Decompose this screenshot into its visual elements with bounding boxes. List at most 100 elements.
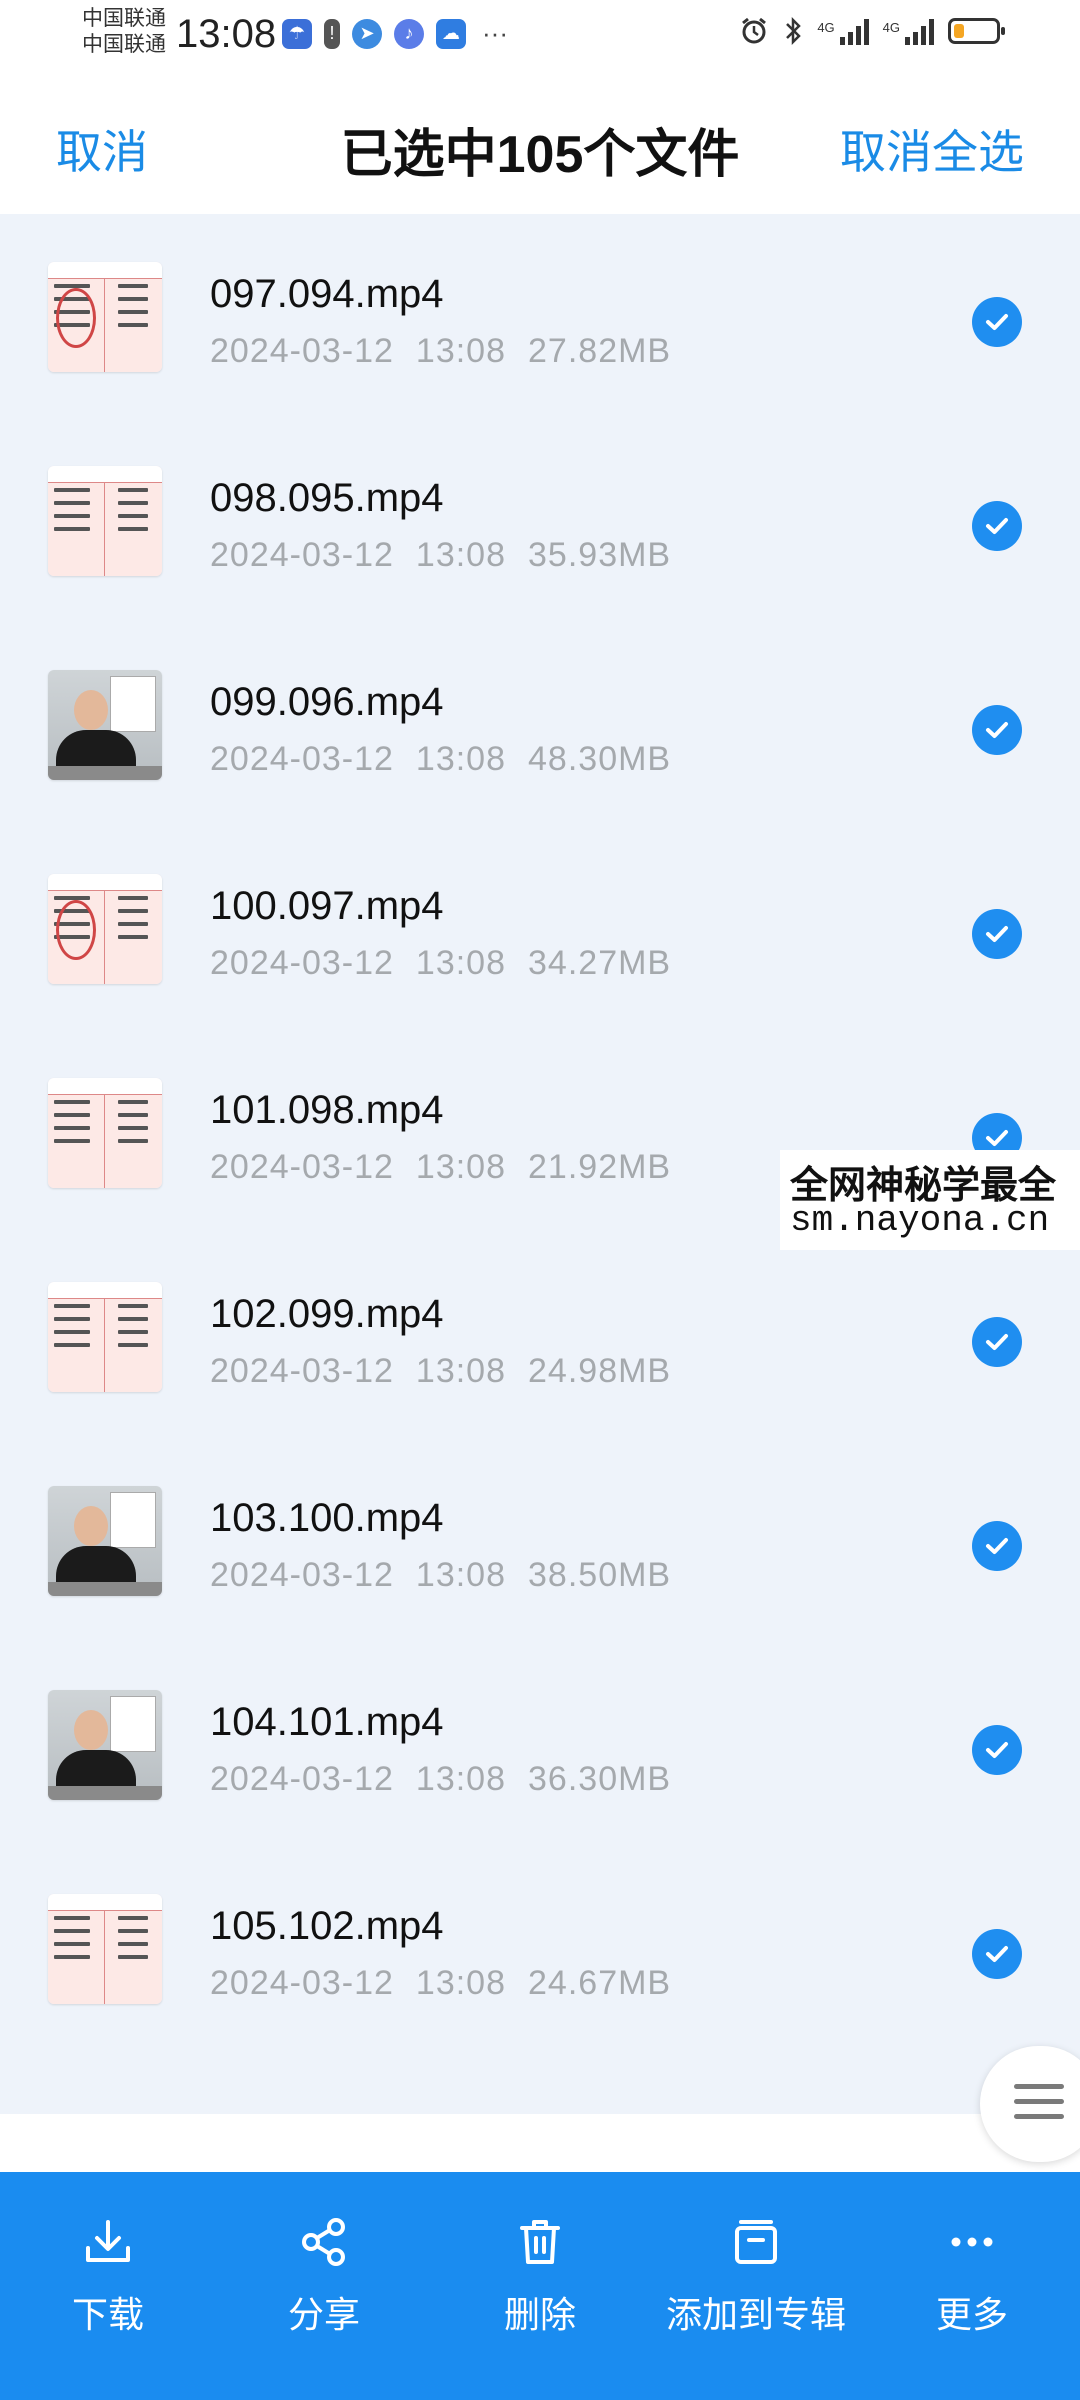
file-name: 105.102.mp4: [210, 1904, 444, 1948]
checkmark-icon: [986, 926, 1008, 942]
file-date: 2024-03-12: [210, 1352, 394, 1390]
file-row[interactable]: 098.095.mp4 2024-03-12 13:08 35.93MB: [0, 418, 1080, 622]
share-button[interactable]: 分享: [224, 2212, 424, 2338]
file-time: 13:08: [415, 536, 507, 574]
file-row[interactable]: 102.099.mp4 2024-03-12 13:08 24.98MB: [0, 1234, 1080, 1438]
carrier-1: 中国联通: [82, 7, 166, 30]
delete-button[interactable]: 删除: [440, 2212, 640, 2338]
checkmark-icon: [986, 1742, 1008, 1758]
file-row[interactable]: 105.102.mp4 2024-03-12 13:08 24.67MB: [0, 1846, 1080, 2050]
weather-app-icon: ☂: [282, 18, 312, 49]
alert-icon: !: [324, 18, 340, 49]
file-row[interactable]: 100.097.mp4 2024-03-12 13:08 34.27MB: [0, 826, 1080, 1030]
more-label: 更多: [935, 2294, 1008, 2335]
status-right: 4G 4G: [739, 16, 1005, 46]
share-icon: [302, 2218, 345, 2266]
signal-2-icon: 4G: [883, 17, 934, 45]
file-date: 2024-03-12: [210, 944, 394, 982]
selected-checkbox[interactable]: [972, 1725, 1022, 1775]
file-size: 38.50MB: [528, 1556, 672, 1594]
weather-icon: ☁: [436, 18, 466, 49]
checkmark-icon: [986, 1538, 1008, 1554]
file-date: 2024-03-12: [210, 1760, 394, 1798]
checkmark-icon: [986, 1946, 1008, 1962]
status-time: 13:08: [176, 12, 277, 56]
selected-checkbox[interactable]: [972, 1929, 1022, 1979]
file-name: 102.099.mp4: [210, 1292, 444, 1336]
file-name: 097.094.mp4: [210, 272, 444, 316]
bluetooth-icon: [786, 16, 802, 46]
carrier-info: 中国联通 中国联通: [82, 6, 166, 58]
file-name: 099.096.mp4: [210, 680, 444, 724]
file-meta: 2024-03-12 13:08 38.50MB: [210, 1556, 671, 1595]
more-button[interactable]: 更多: [872, 2212, 1072, 2338]
file-size: 24.67MB: [528, 1964, 672, 2002]
file-name: 101.098.mp4: [210, 1088, 444, 1132]
selected-checkbox[interactable]: [972, 297, 1022, 347]
file-name: 103.100.mp4: [210, 1496, 444, 1540]
more-icon: [951, 2237, 993, 2247]
checkmark-icon: [986, 1334, 1008, 1350]
battery-icon: [948, 18, 1005, 44]
menu-icon: [1014, 2084, 1064, 2129]
file-meta: 2024-03-12 13:08 35.93MB: [210, 536, 671, 575]
file-meta: 2024-03-12 13:08 24.98MB: [210, 1352, 671, 1391]
watermark: 全网神秘学最全 sm.nayona.cn: [780, 1150, 1080, 1250]
checkmark-icon: [986, 518, 1008, 534]
selected-checkbox[interactable]: [972, 501, 1022, 551]
notification-icons: ☂ ! ➤ ♪ ☁ ···: [282, 18, 508, 49]
file-date: 2024-03-12: [210, 1964, 394, 2002]
checkmark-icon: [986, 1130, 1008, 1146]
file-thumbnail: [48, 1894, 162, 2004]
network-2-label: 4G: [882, 20, 900, 35]
file-date: 2024-03-12: [210, 536, 394, 574]
download-button[interactable]: 下载: [8, 2212, 208, 2338]
file-name: 098.095.mp4: [210, 476, 444, 520]
file-time: 13:08: [415, 1556, 507, 1594]
file-date: 2024-03-12: [210, 332, 394, 370]
album-icon: [735, 2220, 777, 2264]
file-meta: 2024-03-12 13:08 34.27MB: [210, 944, 671, 983]
download-label: 下载: [71, 2294, 144, 2335]
file-size: 35.93MB: [528, 536, 672, 574]
file-time: 13:08: [415, 332, 507, 370]
file-name: 100.097.mp4: [210, 884, 444, 928]
file-name: 104.101.mp4: [210, 1700, 444, 1744]
selected-checkbox[interactable]: [972, 705, 1022, 755]
file-meta: 2024-03-12 13:08 24.67MB: [210, 1964, 671, 2003]
file-thumbnail: [48, 670, 162, 780]
deselect-all-button[interactable]: 取消全选: [840, 116, 1024, 182]
file-thumbnail: [48, 1690, 162, 1800]
signal-1-icon: 4G: [817, 17, 869, 45]
file-size: 27.82MB: [528, 332, 672, 370]
selected-checkbox[interactable]: [972, 1317, 1022, 1367]
file-size: 24.98MB: [528, 1352, 672, 1390]
file-thumbnail: [48, 1282, 162, 1392]
file-meta: 2024-03-12 13:08 27.82MB: [210, 332, 671, 371]
selected-checkbox[interactable]: [972, 909, 1022, 959]
file-row[interactable]: 097.094.mp4 2024-03-12 13:08 27.82MB: [0, 214, 1080, 418]
file-thumbnail: [48, 466, 162, 576]
share-label: 分享: [287, 2294, 360, 2335]
checkmark-icon: [986, 722, 1008, 738]
file-time: 13:08: [415, 1352, 507, 1390]
selected-checkbox[interactable]: [972, 1521, 1022, 1571]
file-time: 13:08: [415, 740, 507, 778]
file-size: 21.92MB: [528, 1148, 672, 1186]
file-date: 2024-03-12: [210, 1148, 394, 1186]
bottom-toolbar: 下载 分享 删除 添加到专辑 更多: [0, 2172, 1080, 2400]
music-icon: ♪: [394, 18, 424, 49]
file-date: 2024-03-12: [210, 740, 394, 778]
trash-icon: [520, 2220, 560, 2264]
file-date: 2024-03-12: [210, 1556, 394, 1594]
file-size: 36.30MB: [528, 1760, 672, 1798]
file-row[interactable]: 103.100.mp4 2024-03-12 13:08 38.50MB: [0, 1438, 1080, 1642]
file-time: 13:08: [415, 1148, 507, 1186]
add-to-album-button[interactable]: 添加到专辑: [656, 2212, 856, 2338]
file-meta: 2024-03-12 13:08 21.92MB: [210, 1148, 671, 1187]
alarm-icon: [742, 17, 767, 44]
file-row[interactable]: 104.101.mp4 2024-03-12 13:08 36.30MB: [0, 1642, 1080, 1846]
file-row[interactable]: 099.096.mp4 2024-03-12 13:08 48.30MB: [0, 622, 1080, 826]
more-notifications-icon: ···: [482, 18, 508, 48]
maps-icon: ➤: [352, 18, 382, 49]
